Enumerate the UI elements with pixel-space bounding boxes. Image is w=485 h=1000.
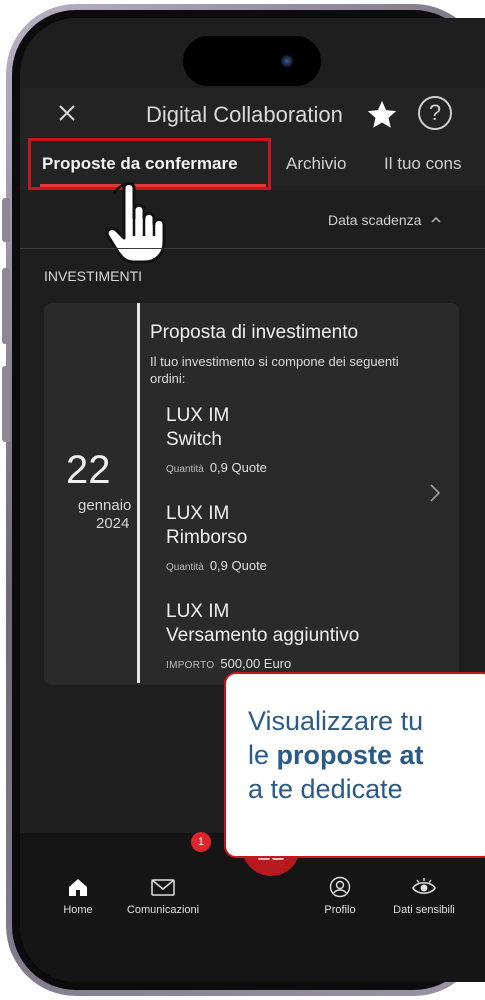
- callout-text: Visualizzare tu le proposte at a te dedi…: [248, 704, 485, 806]
- eye-icon: [412, 878, 436, 895]
- callout-box: Visualizzare tu le proposte at a te dedi…: [224, 672, 485, 858]
- home-icon: [69, 879, 87, 896]
- notification-badge: 1: [191, 832, 211, 852]
- hand-pointer-icon: [105, 182, 166, 264]
- order-item: LUX IM Versamento aggiuntivo: [166, 600, 359, 648]
- order-meta: Quantità 0,9 Quote: [166, 558, 267, 573]
- order-item: LUX IM Rimborso: [166, 502, 247, 550]
- order-meta-label: IMPORTO: [166, 660, 215, 671]
- nav-home[interactable]: Home: [58, 876, 98, 916]
- phone-volume-up: [2, 268, 10, 344]
- nav-home-label: Home: [63, 904, 93, 916]
- phone-side-button: [2, 198, 10, 242]
- tab-archivio[interactable]: Archivio: [286, 154, 346, 174]
- proposal-description: Il tuo investimento si compone dei segue…: [150, 354, 399, 386]
- close-icon[interactable]: [56, 102, 78, 124]
- order-item: LUX IM Switch: [166, 404, 229, 452]
- nav-dati-sensibili-label: Dati sensibili: [393, 904, 455, 916]
- divider: [20, 248, 485, 249]
- order-meta-label: Quantità: [166, 464, 204, 475]
- phone-volume-down: [2, 366, 10, 442]
- nav-comunicazioni-label: Comunicazioni: [126, 904, 200, 916]
- callout-line-2-bold: proposte at: [276, 740, 424, 770]
- order-fund: LUX IM: [166, 405, 230, 426]
- chevron-up-icon[interactable]: [430, 214, 442, 226]
- tab-il-tuo-consulente[interactable]: Il tuo cons: [384, 154, 462, 174]
- order-type: Versamento aggiuntivo: [166, 625, 360, 646]
- nav-dati-sensibili[interactable]: Dati sensibili: [386, 876, 462, 916]
- order-fund: LUX IM: [166, 601, 230, 622]
- profile-icon: [329, 876, 351, 898]
- page-title: Digital Collaboration: [146, 102, 343, 127]
- mail-icon: [151, 879, 175, 896]
- sort-by-label[interactable]: Data scadenza: [328, 212, 421, 228]
- camera-icon: [281, 55, 293, 67]
- proposal-title: Proposta di investimento: [150, 322, 359, 343]
- order-fund: LUX IM: [166, 503, 230, 524]
- order-meta-label: Quantità: [166, 562, 204, 573]
- order-type: Rimborso: [166, 527, 248, 548]
- dynamic-island: [183, 36, 321, 86]
- proposal-day: 22: [66, 448, 111, 492]
- help-icon[interactable]: ?: [418, 96, 452, 130]
- proposal-month: gennaio: [78, 497, 132, 514]
- order-type: Switch: [166, 429, 222, 450]
- nav-profilo-label: Profilo: [324, 904, 356, 916]
- order-meta: IMPORTO 500,00 Euro: [166, 656, 291, 671]
- order-meta-value: 0,9 Quote: [209, 460, 267, 475]
- order-meta-value: 0,9 Quote: [209, 558, 267, 573]
- timeline-divider: [137, 303, 140, 683]
- callout-line-1: Visualizzare tu: [248, 706, 424, 736]
- order-meta: Quantità 0,9 Quote: [166, 460, 267, 475]
- nav-profilo[interactable]: Profilo: [318, 876, 362, 916]
- callout-line-2: le proposte at: [248, 738, 485, 772]
- tab-bar: Proposte da confermare Archivio Il tuo c…: [20, 138, 485, 190]
- order-meta-value: 500,00 Euro: [220, 656, 292, 671]
- proposal-year: 2024: [96, 515, 130, 532]
- nav-comunicazioni[interactable]: Comunicazioni: [120, 876, 206, 916]
- section-title: INVESTIMENTI: [44, 268, 143, 284]
- chevron-right-icon[interactable]: [428, 482, 442, 504]
- star-icon[interactable]: [365, 98, 399, 132]
- callout-line-3: a te dedicate: [248, 774, 403, 804]
- callout-line-2-prefix: le: [248, 740, 277, 770]
